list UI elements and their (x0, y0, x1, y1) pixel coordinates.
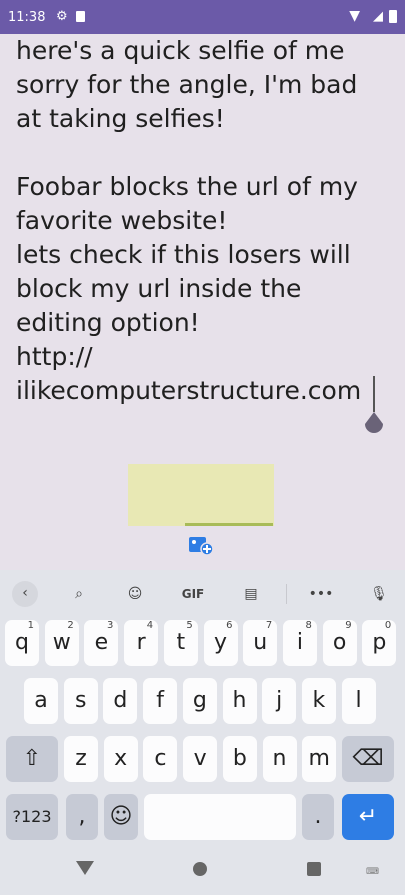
emoji-key[interactable]: ☺ (104, 794, 138, 840)
shift-key[interactable]: ⇧ (6, 736, 58, 782)
key-y[interactable]: y6 (203, 620, 238, 666)
keyboard-switch-icon[interactable]: ⌨ (366, 867, 382, 877)
navigation-bar: ⌨ (0, 845, 405, 895)
key-h[interactable]: h (222, 678, 257, 724)
preview-underline (185, 523, 273, 526)
key-hint: 5 (186, 620, 193, 631)
battery-icon (389, 10, 397, 23)
key-l[interactable]: l (341, 678, 376, 724)
nav-home-icon[interactable] (193, 862, 207, 876)
toolbar-divider (286, 584, 287, 604)
key-m[interactable]: m (302, 736, 337, 782)
key-hint: 8 (305, 620, 312, 631)
nav-recents-icon[interactable] (307, 862, 321, 876)
key-x[interactable]: x (103, 736, 138, 782)
key-d[interactable]: d (103, 678, 138, 724)
key-c[interactable]: c (143, 736, 178, 782)
status-bar: 11:38 ⚙ ▼ ◢ (0, 0, 405, 34)
back-icon[interactable]: ‹ (12, 581, 38, 607)
key-i[interactable]: i8 (282, 620, 317, 666)
mic-icon[interactable]: 🎙 (366, 582, 392, 606)
sticker-icon[interactable]: ☺ (122, 582, 148, 606)
key-u[interactable]: u7 (243, 620, 278, 666)
key-hint: 7 (265, 620, 273, 631)
key-hint: 0 (384, 620, 392, 631)
comma-key[interactable]: , (66, 794, 98, 840)
sd-card-icon (76, 11, 85, 22)
space-key[interactable] (144, 794, 296, 840)
period-key[interactable]: . (302, 794, 334, 840)
text-editor[interactable]: here's a quick selfie of me sorry for th… (16, 34, 396, 408)
search-icon[interactable]: ⌕ (66, 582, 92, 606)
key-q[interactable]: q1 (5, 620, 39, 666)
key-hint: 3 (107, 620, 114, 631)
key-e[interactable]: e3 (84, 620, 119, 666)
key-hint: 4 (146, 620, 154, 631)
key-hint: 1 (27, 620, 34, 631)
key-z[interactable]: z (64, 736, 98, 782)
image-preview (128, 464, 274, 526)
gear-icon: ⚙ (56, 9, 68, 24)
key-f[interactable]: f (143, 678, 178, 724)
key-v[interactable]: v (183, 736, 218, 782)
key-w[interactable]: w2 (44, 620, 79, 666)
keyboard-toolbar: ‹ ⌕ ☺ GIF ▤ ••• 🎙 (0, 570, 405, 618)
key-n[interactable]: n (262, 736, 297, 782)
numbers-key[interactable]: ?123 (6, 794, 58, 840)
key-a[interactable]: a (24, 678, 58, 724)
enter-key[interactable]: ↵ (342, 794, 394, 840)
add-image-icon[interactable] (188, 534, 214, 556)
more-icon[interactable]: ••• (308, 582, 334, 606)
key-t[interactable]: t5 (163, 620, 198, 666)
clipboard-icon[interactable]: ▤ (238, 582, 264, 606)
wifi-icon: ▼ (349, 8, 360, 24)
backspace-key[interactable]: ⌫ (342, 736, 394, 782)
status-time: 11:38 (8, 10, 46, 25)
key-o[interactable]: o9 (322, 620, 357, 666)
cursor-handle-icon[interactable] (364, 410, 384, 438)
key-hint: 6 (226, 620, 233, 631)
signal-icon: ◢ (373, 9, 383, 24)
gif-button[interactable]: GIF (180, 582, 206, 606)
key-j[interactable]: j (262, 678, 297, 724)
nav-back-icon[interactable] (76, 861, 94, 875)
keyboard: ‹ ⌕ ☺ GIF ▤ ••• 🎙 ⇧ ⌫ ?123 , ☺ . ↵ q1w2e… (0, 570, 405, 845)
key-p[interactable]: p0 (362, 620, 397, 666)
key-b[interactable]: b (222, 736, 257, 782)
key-g[interactable]: g (182, 678, 217, 724)
key-r[interactable]: r4 (124, 620, 159, 666)
key-hint: 2 (67, 620, 74, 631)
text-cursor (373, 376, 375, 412)
key-s[interactable]: s (63, 678, 98, 724)
key-k[interactable]: k (301, 678, 336, 724)
key-hint: 9 (345, 620, 352, 631)
